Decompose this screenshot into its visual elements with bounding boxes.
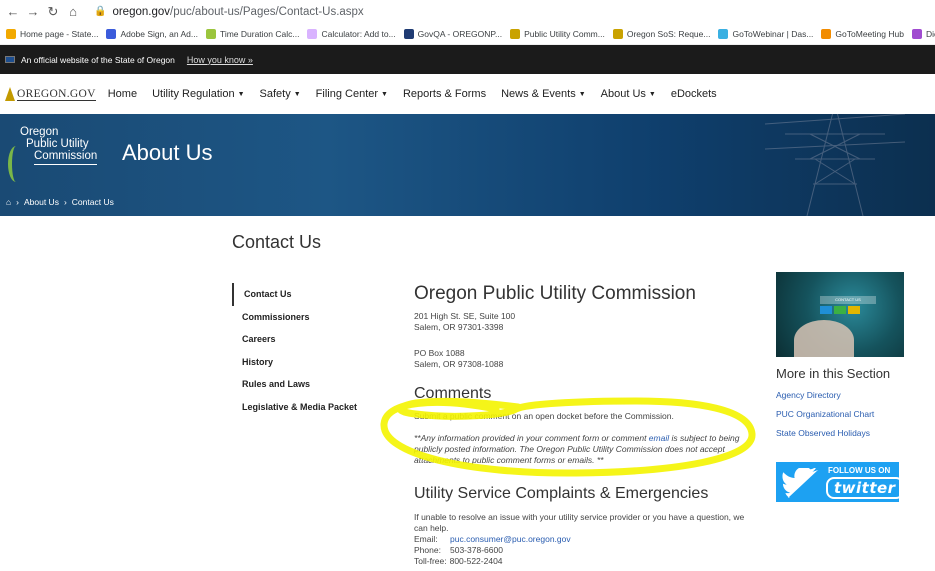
bookmark-item[interactable]: Calculator: Add to... (307, 28, 396, 39)
bookmark-favicon-icon (6, 28, 16, 39)
lock-icon: 🔒 (94, 6, 107, 17)
page-title: Contact Us (232, 232, 322, 252)
side-nav-item-history[interactable]: History (232, 351, 372, 374)
home-icon[interactable]: ⌂ (6, 197, 11, 207)
contact-us-image[interactable]: CONTACT US (776, 272, 904, 357)
agency-directory-link[interactable]: Agency Directory (776, 390, 841, 400)
bookmark-item[interactable]: Adobe Sign, an Ad... (106, 28, 198, 39)
po-line2: Salem, OR 97308-1088 (414, 359, 504, 369)
main-nav: OREGON.GOV Home Utility Regulation ▼ Safety… (0, 74, 935, 114)
twitter-wordmark: twitter (826, 477, 904, 499)
consumer-email-link[interactable]: puc.consumer@puc.oregon.gov (450, 534, 571, 545)
street-line2: Salem, OR 97301-3398 (414, 322, 504, 332)
yellow-highlight-annotation (380, 397, 756, 477)
bookmark-favicon-icon (307, 28, 318, 39)
side-nav-item-legislative-media-packet[interactable]: Legislative & Media Packet (232, 396, 372, 419)
back-arrow-icon[interactable]: ← (6, 4, 20, 19)
caret-down-icon: ▼ (381, 90, 388, 98)
forward-arrow-icon[interactable]: → (26, 4, 40, 19)
hero-title: About Us (122, 140, 213, 165)
official-text: An official website of the State of Oreg… (21, 54, 175, 65)
logo-line-public-utility: Public Utility (26, 138, 89, 150)
chevron-right-icon: › (16, 197, 19, 207)
how-you-know-link[interactable]: How you know » (187, 55, 253, 65)
bookmark-favicon-icon (821, 28, 832, 39)
twitter-bird-icon (782, 468, 819, 498)
section-side-nav: Contact Us Commissioners Careers History Rul… (232, 283, 372, 418)
caret-down-icon: ▼ (237, 90, 245, 98)
org-heading: Oregon Public Utility Commission (414, 283, 696, 304)
nav-item-reports-forms[interactable]: Reports & Forms (403, 88, 486, 100)
po-line1: PO Box 1088 (414, 348, 465, 358)
complaints-heading: Utility Service Complaints & Emergencies (414, 485, 709, 502)
nav-item-about-us[interactable]: About Us ▼ (601, 88, 656, 100)
street-address: 201 High St. SE, Suite 100 Salem, OR 973… (414, 311, 515, 333)
puc-logo[interactable]: Oregon Public Utility Commission (8, 126, 108, 186)
chevron-right-icon: › (63, 197, 67, 207)
tollfree-row: Toll-free: 800-522-2404 (414, 556, 503, 566)
complaints-intro: If unable to resolve an issue with your … (414, 512, 745, 533)
email-row: Email: puc.consumer@puc.oregon.gov (414, 534, 571, 545)
holidays-link[interactable]: State Observed Holidays (776, 428, 870, 438)
bookmark-favicon-icon (718, 28, 729, 39)
bookmark-item[interactable]: GoToWebinar | Das... (718, 28, 813, 39)
logo-line-commission: Commission (34, 150, 98, 165)
nav-item-edockets[interactable]: eDockets (671, 88, 717, 100)
nav-item-safety[interactable]: Safety ▼ (260, 88, 301, 100)
browser-toolbar: ← → ↻ ⌂ 🔒 oregon.gov/puc/about-us/Pages/… (0, 0, 935, 23)
street-line1: 201 High St. SE, Suite 100 (414, 311, 516, 321)
side-nav-item-rules-and-laws[interactable]: Rules and Laws (232, 373, 372, 396)
nav-item-news-events[interactable]: News & Events ▼ (501, 88, 586, 100)
caret-down-icon: ▼ (578, 90, 586, 98)
oregon-gov-logo[interactable]: OREGON.GOV (5, 87, 96, 101)
twitter-follow-button[interactable]: FOLLOW US ON twitter (776, 462, 904, 502)
bookmark-item[interactable]: Time Duration Calc... (205, 28, 299, 39)
phone-row: Phone: 503-378-6600 (414, 545, 503, 555)
side-nav-item-contact-us[interactable]: Contact Us (232, 283, 372, 306)
home-icon[interactable]: ⌂ (66, 4, 80, 19)
org-chart-link[interactable]: PUC Organizational Chart (776, 409, 874, 419)
side-nav-item-commissioners[interactable]: Commissioners (232, 306, 372, 329)
breadcrumb: ⌂ › About Us › Contact Us (6, 197, 114, 207)
more-in-section-heading: More in this Section (776, 366, 891, 381)
url-path: /puc/about-us/Pages/Contact-Us.aspx (170, 5, 364, 18)
nav-item-utility-regulation[interactable]: Utility Regulation ▼ (152, 88, 244, 100)
us-flag-icon (5, 56, 15, 63)
caret-down-icon: ▼ (648, 90, 656, 98)
bookmark-item[interactable]: Dictionary Merriam... (911, 28, 935, 39)
po-box-address: PO Box 1088 Salem, OR 97308-1088 (414, 348, 503, 370)
bookmark-favicon-icon (612, 28, 623, 39)
tree-icon (5, 87, 15, 101)
address-bar[interactable]: 🔒 oregon.gov/puc/about-us/Pages/Contact-… (94, 6, 364, 18)
hero-banner: Oregon Public Utility Commission About U… (0, 114, 935, 216)
official-banner: An official website of the State of Oreg… (0, 45, 935, 74)
bookmark-favicon-icon (510, 28, 521, 39)
bookmark-item[interactable]: GoToMeeting Hub (821, 28, 904, 39)
nav-item-home[interactable]: Home (108, 88, 137, 100)
bookmark-item[interactable]: Home page - State... (6, 28, 98, 39)
bookmark-item[interactable]: Oregon SoS: Reque... (612, 28, 710, 39)
bookmark-item[interactable]: Public Utility Comm... (510, 28, 605, 39)
power-tower-image (765, 114, 905, 216)
breadcrumb-about-us[interactable]: About Us (24, 197, 59, 207)
bookmarks-bar: Home page - State... Adobe Sign, an Ad...… (0, 23, 935, 45)
bookmark-favicon-icon (911, 28, 922, 39)
caret-down-icon: ▼ (293, 90, 301, 98)
logo-text: OREGON.GOV (17, 87, 96, 101)
breadcrumb-contact-us: Contact Us (71, 197, 114, 207)
reload-icon[interactable]: ↻ (46, 4, 60, 20)
complaints-contact: If unable to resolve an issue with your … (414, 512, 759, 567)
follow-us-text: FOLLOW US ON (828, 466, 891, 475)
bookmark-item[interactable]: GovQA - OREGONP... (403, 28, 502, 39)
url-host: oregon.gov (112, 5, 170, 18)
thumb-label: CONTACT US (820, 296, 876, 304)
nav-item-filing-center[interactable]: Filing Center ▼ (316, 88, 388, 100)
bookmark-favicon-icon (403, 28, 414, 39)
leaf-swoosh-icon (8, 146, 24, 182)
side-nav-item-careers[interactable]: Careers (232, 328, 372, 351)
logo-line-oregon: Oregon (20, 126, 59, 138)
hand-image (794, 320, 854, 357)
bookmark-favicon-icon (205, 28, 216, 39)
bookmark-favicon-icon (106, 28, 117, 39)
